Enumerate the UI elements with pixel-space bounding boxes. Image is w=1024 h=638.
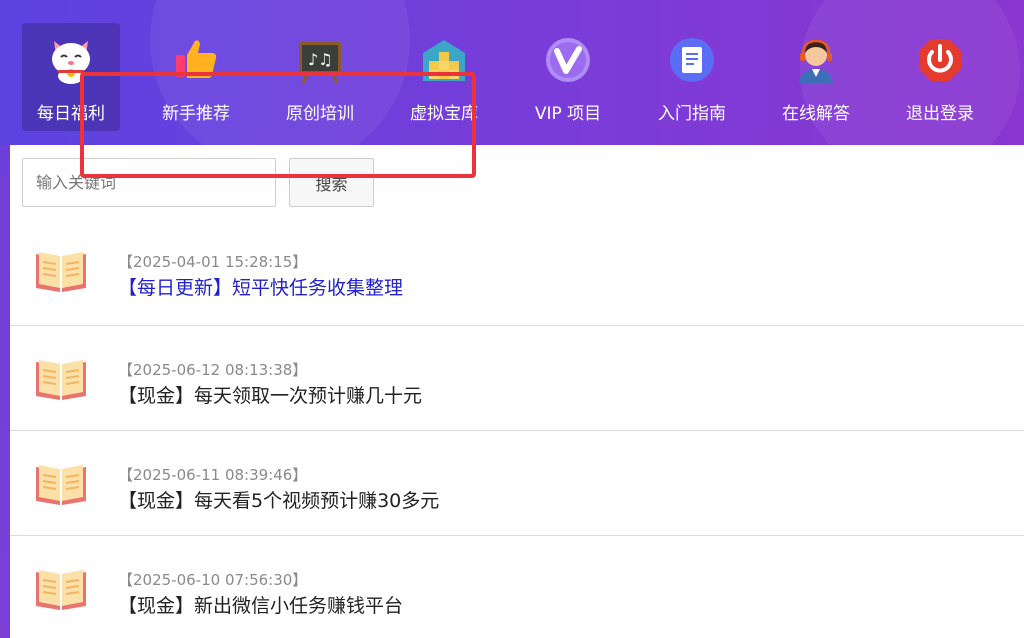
list-item[interactable]: 【2025-06-11 08:39:46】 【现金】每天看5个视频预计赚30多元: [10, 431, 1024, 536]
thumbs-up-icon: [171, 35, 221, 85]
svg-text:♪♫: ♪♫: [308, 50, 333, 69]
nav-item-virtual-treasury[interactable]: 虚拟宝库: [382, 23, 506, 131]
document-icon: [667, 35, 717, 85]
article-title-link[interactable]: 【现金】每天看5个视频预计赚30多元: [118, 486, 439, 513]
nav-item-newbie-recommend[interactable]: 新手推荐: [134, 23, 258, 131]
nav-item-original-training[interactable]: ♪♫ 原创培训: [258, 23, 382, 131]
nav-item-logout[interactable]: 退出登录: [878, 23, 1002, 131]
nav-item-daily-welfare[interactable]: 每日福利: [22, 23, 120, 131]
nav-item-vip-project[interactable]: VIP 项目: [506, 23, 630, 131]
book-icon: [34, 356, 88, 402]
article-list: 【2025-04-01 15:28:15】 【每日更新】短平快任务收集整理 【2…: [10, 218, 1024, 638]
article-date: 【2025-04-01 15:28:15】: [118, 253, 308, 271]
article-title-link[interactable]: 【现金】每天领取一次预计赚几十元: [118, 381, 422, 408]
article-title-link[interactable]: 【每日更新】短平快任务收集整理: [118, 273, 403, 300]
top-nav-bar: 每日福利 新手推荐 ♪♫ 原创培训 虚拟宝库 VIP 项目 入门指南 在线解答 …: [0, 0, 1024, 145]
nav-label: 入门指南: [658, 104, 726, 124]
nav-item-online-answer[interactable]: 在线解答: [754, 23, 878, 131]
book-icon: [34, 248, 88, 294]
nav-menu: 每日福利 新手推荐 ♪♫ 原创培训 虚拟宝库 VIP 项目 入门指南 在线解答 …: [10, 23, 1002, 133]
warehouse-icon: [419, 35, 469, 85]
list-item[interactable]: 【2025-04-01 15:28:15】 【每日更新】短平快任务收集整理: [10, 218, 1024, 326]
power-icon: [915, 35, 965, 85]
search-input[interactable]: [22, 158, 276, 207]
nav-label: 退出登录: [906, 104, 974, 124]
list-item[interactable]: 【2025-06-12 08:13:38】 【现金】每天领取一次预计赚几十元: [10, 326, 1024, 431]
nav-label: VIP 项目: [534, 104, 602, 124]
search-button[interactable]: 搜索: [289, 158, 374, 207]
nav-label: 原创培训: [286, 104, 354, 124]
article-date: 【2025-06-12 08:13:38】: [118, 361, 308, 379]
support-agent-icon: [791, 35, 841, 85]
main-content: 搜索 【2025-04-01 15:28:15】 【每日更新】短平快: [10, 145, 1024, 638]
lucky-cat-icon: [46, 35, 96, 85]
nav-label: 在线解答: [782, 104, 850, 124]
article-date: 【2025-06-10 07:56:30】: [118, 571, 308, 589]
article-title-link[interactable]: 【现金】新出微信小任务赚钱平台: [118, 591, 403, 618]
article-date: 【2025-06-11 08:39:46】: [118, 466, 308, 484]
vip-icon: [543, 35, 593, 85]
nav-item-beginner-guide[interactable]: 入门指南: [630, 23, 754, 131]
nav-label: 虚拟宝库: [410, 104, 478, 124]
nav-label: 每日福利: [37, 104, 105, 124]
list-item[interactable]: 【2025-06-10 07:56:30】 【现金】新出微信小任务赚钱平台: [10, 536, 1024, 638]
blackboard-icon: ♪♫: [295, 35, 345, 85]
book-icon: [34, 566, 88, 612]
nav-label: 新手推荐: [162, 104, 230, 124]
search-bar: 搜索: [22, 158, 374, 207]
book-icon: [34, 461, 88, 507]
